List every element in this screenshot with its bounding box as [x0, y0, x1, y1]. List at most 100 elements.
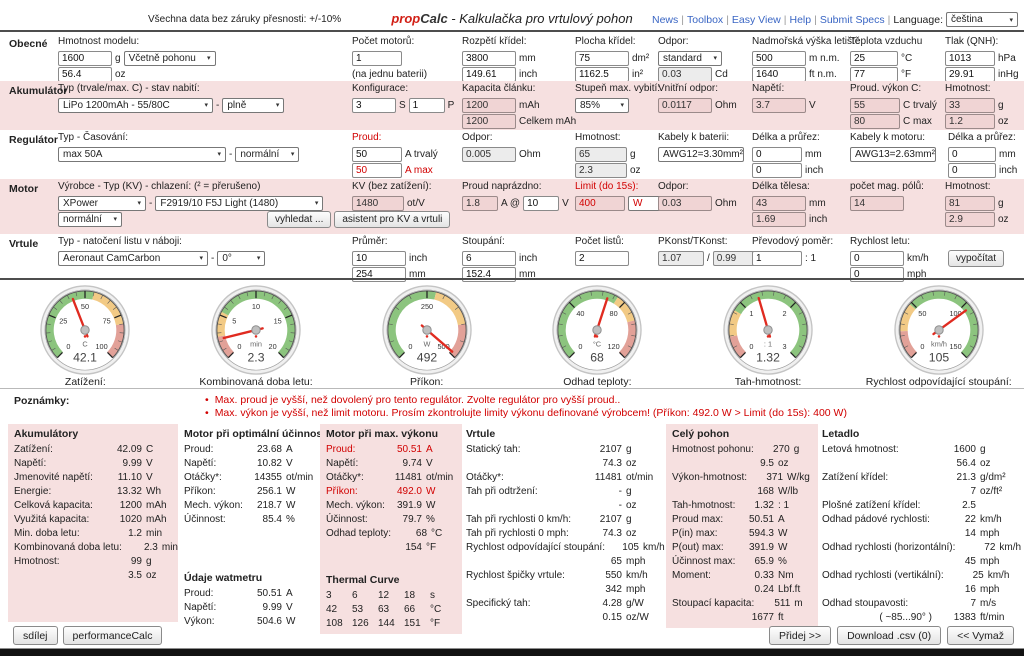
plocha-k-del-input[interactable] [575, 51, 629, 66]
result-row: Moment:0.33Nm [672, 569, 812, 583]
odpor-select[interactable]: standard▾ [658, 51, 722, 66]
v-robce-typ-kv-chlazen-p-eru-eno-select[interactable]: normální▾ [58, 212, 122, 227]
chevron-down-icon: ▾ [257, 254, 261, 262]
hmotnost-modelu-input[interactable] [58, 51, 112, 66]
result-row: Příkon:492.0W [326, 485, 456, 499]
rozp-t-k-del-input[interactable] [462, 67, 516, 82]
result-unit: oz [626, 457, 662, 471]
submit-specs-link[interactable]: Submit Specs [820, 14, 885, 26]
vyhledat-button[interactable]: vyhledat ... [267, 211, 331, 228]
typ-trvale-max-c-stav-nabit-select[interactable]: plně▾ [222, 98, 284, 113]
language-select[interactable]: čeština▾ [946, 12, 1018, 27]
v-robce-typ-kv-chlazen-p-eru-eno-select[interactable]: F2919/10 F5J Light (1480)▾ [155, 196, 323, 211]
konfigurace-input[interactable] [409, 98, 445, 113]
result-row: Účinnost:85.4% [184, 513, 318, 527]
result-value: 25 [944, 569, 984, 583]
po-et-list-input[interactable] [575, 251, 629, 266]
result-row: Otáčky*:14355ot/min [184, 471, 318, 485]
typ-asov-n-select[interactable]: max 50A▾ [58, 147, 226, 162]
result-label: Příkon: [326, 485, 386, 499]
unit-label: g [115, 53, 121, 64]
select-value: 85% [580, 100, 600, 111]
pr-m-r-input[interactable] [352, 251, 406, 266]
result-row: Výkon-hmotnost:371W/kg [672, 471, 812, 485]
p-idej-button[interactable]: Přidej >> [769, 626, 831, 645]
plocha-k-del-input[interactable] [575, 67, 629, 82]
section-label-motor: Motor [9, 183, 38, 195]
typ-asov-n-select[interactable]: normální▾ [235, 147, 299, 162]
rychlost-letu-input[interactable] [850, 251, 904, 266]
result-row: Mech. výkon:218.7W [184, 499, 318, 513]
help-link[interactable]: Help [790, 14, 812, 26]
result-row: Tah při rychlosti 0 km/h:2107g [466, 513, 662, 527]
news-link[interactable]: News [652, 14, 678, 26]
unit-label: Ohm [715, 198, 737, 209]
gauge-label: Kombinovaná doba letu: [199, 376, 312, 388]
result-value: 7 [936, 597, 976, 611]
proud-input[interactable] [352, 147, 402, 162]
select-value: standard [663, 53, 702, 64]
asistent-pro-kv-a-vrtuli-button[interactable]: asistent pro KV a vrtuli [334, 211, 450, 228]
sd-lej-button[interactable]: sdílej [13, 626, 58, 645]
result-row: Min. doba letu:1.2min [14, 527, 172, 541]
typ-nato-en-listu-v-n-boji-select[interactable]: Aeronaut CamCarbon▾ [58, 251, 208, 266]
hmotnost-modelu-input[interactable] [58, 67, 112, 82]
result-value: 23.68 [246, 443, 282, 457]
stoup-n-input[interactable] [462, 251, 516, 266]
svg-text:1: 1 [749, 309, 753, 318]
proud-napr-zdno-input[interactable] [523, 196, 559, 211]
result-row: -oz [466, 499, 662, 513]
result-unit: km/h [988, 569, 1024, 583]
tlak-qnh-input[interactable] [945, 67, 995, 82]
result-label: Rychlost odpovídající stoupání: [466, 541, 605, 555]
performancecalc-button[interactable]: performanceCalc [63, 626, 163, 645]
nadmo-sk-v-ka-leti-t-input[interactable] [752, 51, 806, 66]
result-value: 1.2 [106, 527, 142, 541]
result-unit [980, 499, 1016, 513]
result-label: Jmenovité napětí: [14, 471, 106, 485]
vypo-tat-button[interactable]: vypočítat [948, 250, 1004, 267]
svg-text:0: 0 [237, 342, 241, 351]
d-lka-a-pr-ez-input[interactable] [752, 163, 802, 178]
po-et-motor-input[interactable] [352, 51, 402, 66]
result-value: 85.4 [246, 513, 282, 527]
teplota-vzduchu-input[interactable] [850, 67, 898, 82]
konfigurace-input[interactable] [352, 98, 396, 113]
unit-label: oz [998, 116, 1009, 127]
kabely-k-baterii-select[interactable]: AWG12=3.30mm²▾ [658, 147, 744, 162]
kabely-k-motoru-label: Kabely k motoru: [850, 132, 936, 144]
result-unit: A [286, 587, 318, 601]
v-robce-typ-kv-chlazen-p-eru-eno-select[interactable]: XPower▾ [58, 196, 146, 211]
odpor-label: Odpor: [462, 132, 541, 144]
result-unit: mph [626, 583, 662, 597]
stoup-n-label: Stoupání: [462, 236, 537, 248]
easy-view-link[interactable]: Easy View [732, 14, 781, 26]
stupe-max-vybit-select[interactable]: 85%▾ [575, 98, 629, 113]
results-block-title: Údaje watmetru [184, 571, 318, 587]
p-evodov-pom-r-input[interactable] [752, 251, 802, 266]
teplota-vzduchu-input[interactable] [850, 51, 898, 66]
d-lka-a-pr-ez-input[interactable] [948, 163, 996, 178]
typ-trvale-max-c-stav-nabit-select[interactable]: LiPo 1200mAh - 55/80C▾ [58, 98, 213, 113]
typ-nato-en-listu-v-n-boji-select[interactable]: 0°▾ [217, 251, 265, 266]
kapacita-l-nku-input [462, 98, 516, 113]
results-block-title: Vrtule [466, 427, 662, 443]
d-lka-a-pr-ez-input[interactable] [948, 147, 996, 162]
results-block-title: Motor při optimální účinnosti [184, 427, 318, 443]
proud-input[interactable] [352, 163, 402, 178]
hmotnost-modelu-select[interactable]: Včetně pohonu▾ [124, 51, 216, 66]
results-column: AkumulátoryZatížení:42.09CNapětí:9.99VJm… [8, 424, 178, 622]
result-unit: W [286, 499, 318, 513]
toolbox-link[interactable]: Toolbox [687, 14, 723, 26]
result-label: Statický tah: [466, 443, 588, 457]
tlak-qnh-input[interactable] [945, 51, 995, 66]
vyma-button[interactable]: << Vymaž [947, 626, 1014, 645]
rozp-t-k-del-input[interactable] [462, 51, 516, 66]
download-csv-0-button[interactable]: Download .csv (0) [837, 626, 941, 645]
gauge-odhad-teploty: 04080120°C68Odhad teploty: [512, 280, 683, 388]
kabely-k-motoru-select[interactable]: AWG13=2.63mm²▾ [850, 147, 936, 162]
nadmo-sk-v-ka-leti-t-input[interactable] [752, 67, 806, 82]
unit-label: m n.m. [809, 53, 840, 64]
d-lka-a-pr-ez-input[interactable] [752, 147, 802, 162]
konfigurace-label: Konfigurace: [352, 83, 454, 95]
